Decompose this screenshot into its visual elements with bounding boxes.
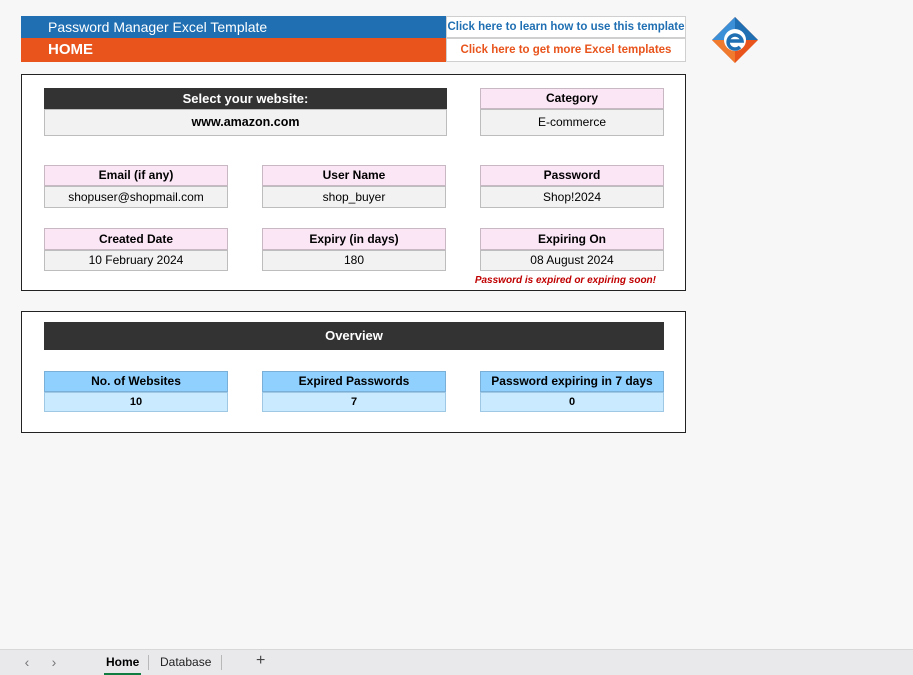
expiry-days-label: Expiry (in days) xyxy=(262,228,446,250)
email-value: shopuser@shopmail.com xyxy=(44,186,228,208)
chevron-left-icon[interactable]: ‹ xyxy=(20,654,34,670)
category-label: Category xyxy=(480,88,664,109)
tab-divider xyxy=(148,655,149,670)
password-label: Password xyxy=(480,165,664,186)
category-value: E-commerce xyxy=(480,109,664,136)
overview-panel: Overview No. of Websites 10 Expired Pass… xyxy=(21,311,686,433)
created-date-value: 10 February 2024 xyxy=(44,250,228,271)
expired-passwords-value: 7 xyxy=(262,392,446,412)
websites-count-label: No. of Websites xyxy=(44,371,228,392)
password-value: Shop!2024 xyxy=(480,186,664,208)
expiring-7-days-label: Password expiring in 7 days xyxy=(480,371,664,392)
home-heading: HOME xyxy=(21,38,446,62)
worksheet-area: Password Manager Excel Template HOME Cli… xyxy=(0,0,913,650)
more-templates-link[interactable]: Click here to get more Excel templates xyxy=(446,38,686,62)
created-date-label: Created Date xyxy=(44,228,228,250)
email-label: Email (if any) xyxy=(44,165,228,186)
username-value: shop_buyer xyxy=(262,186,446,208)
expiring-on-value: 08 August 2024 xyxy=(480,250,664,271)
learn-template-link[interactable]: Click here to learn how to use this temp… xyxy=(446,16,686,38)
username-label: User Name xyxy=(262,165,446,186)
brand-logo-icon xyxy=(712,17,758,63)
expiry-warning: Password is expired or expiring soon! xyxy=(474,275,656,286)
add-sheet-icon[interactable]: + xyxy=(256,652,265,670)
tab-database[interactable]: Database xyxy=(160,650,211,675)
expiry-days-value: 180 xyxy=(262,250,446,271)
expired-passwords-label: Expired Passwords xyxy=(262,371,446,392)
tab-divider xyxy=(221,655,222,670)
website-select[interactable]: www.amazon.com xyxy=(44,109,447,136)
select-website-label: Select your website: xyxy=(44,88,447,109)
template-title: Password Manager Excel Template xyxy=(21,16,446,38)
chevron-right-icon[interactable]: › xyxy=(47,654,61,670)
overview-title: Overview xyxy=(44,322,664,350)
sheet-tab-bar: ‹ › Home Database + xyxy=(0,649,913,675)
expiring-7-days-value: 0 xyxy=(480,392,664,412)
expiring-on-label: Expiring On xyxy=(480,228,664,250)
websites-count-value: 10 xyxy=(44,392,228,412)
website-details-panel: Select your website: www.amazon.com Cate… xyxy=(21,74,686,291)
tab-home[interactable]: Home xyxy=(104,650,142,675)
